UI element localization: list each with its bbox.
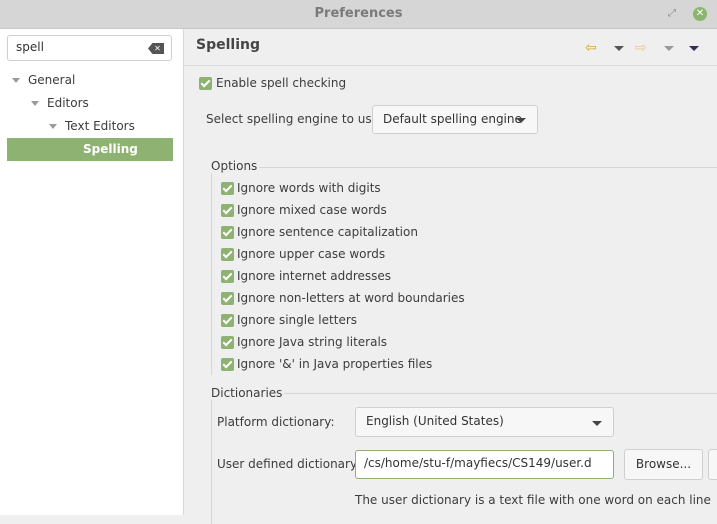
platform-dictionary-label: Platform dictionary: bbox=[217, 415, 335, 429]
user-dictionary-input[interactable] bbox=[364, 456, 592, 470]
window-title: Preferences bbox=[314, 6, 403, 21]
tree-item-general[interactable]: General bbox=[12, 69, 75, 91]
user-dictionary-field[interactable] bbox=[355, 450, 614, 479]
filter-input[interactable] bbox=[16, 40, 136, 54]
engine-label: Select spelling engine to use: bbox=[206, 112, 384, 126]
tree-item-label: Editors bbox=[47, 96, 89, 110]
tree-item-label: Text Editors bbox=[65, 119, 135, 133]
option-label: Ignore mixed case words bbox=[237, 203, 387, 217]
option-label: Ignore Java string literals bbox=[237, 335, 388, 349]
option-checkbox[interactable] bbox=[221, 314, 234, 327]
enable-spell-checking-checkbox[interactable] bbox=[199, 77, 212, 90]
option-checkbox[interactable] bbox=[221, 358, 234, 371]
tree-item-spelling[interactable]: Spelling bbox=[7, 138, 173, 161]
dictionaries-group-title: Dictionaries bbox=[211, 386, 285, 400]
back-arrow-icon[interactable]: ⇦ bbox=[585, 41, 597, 55]
option-label: Ignore internet addresses bbox=[237, 269, 392, 283]
tree-item-text-editors[interactable]: Text Editors bbox=[49, 115, 135, 137]
partial-button[interactable] bbox=[708, 449, 717, 480]
preference-page: Spelling ⇦ ⇨ Enable spell checking Selec… bbox=[184, 29, 717, 524]
option-checkbox[interactable] bbox=[221, 248, 234, 261]
title-bar: Preferences ⤢ ✕ bbox=[0, 0, 717, 29]
option-checkbox[interactable] bbox=[221, 270, 234, 283]
option-checkbox[interactable] bbox=[221, 204, 234, 217]
option-label: Ignore words with digits bbox=[237, 181, 381, 195]
enable-spell-checking-label: Enable spell checking bbox=[216, 76, 347, 90]
option-checkbox[interactable] bbox=[221, 336, 234, 349]
platform-dictionary-dropdown[interactable]: English (United States) bbox=[355, 407, 614, 437]
page-title: Spelling bbox=[196, 37, 260, 53]
back-history-dropdown-icon[interactable] bbox=[614, 46, 624, 51]
browse-button[interactable]: Browse... bbox=[624, 449, 703, 480]
forward-arrow-icon[interactable]: ⇨ bbox=[635, 41, 647, 55]
tree-item-editors[interactable]: Editors bbox=[31, 92, 89, 114]
tree-item-label: Spelling bbox=[83, 142, 138, 156]
view-menu-icon[interactable] bbox=[689, 46, 699, 51]
option-label: Ignore upper case words bbox=[237, 247, 386, 261]
user-dictionary-hint: The user dictionary is a text file with … bbox=[355, 493, 711, 507]
options-group-title: Options bbox=[211, 159, 260, 173]
user-dictionary-label: User defined dictionary: bbox=[217, 457, 361, 471]
tree-item-label: General bbox=[28, 73, 76, 87]
platform-dictionary-value: English (United States) bbox=[366, 414, 504, 428]
restore-icon[interactable]: ⤢ bbox=[665, 7, 679, 21]
preference-tree-panel: ✕ General Editors Text Editors Spelling bbox=[0, 29, 184, 515]
option-checkbox[interactable] bbox=[221, 182, 234, 195]
clear-input-icon[interactable]: ✕ bbox=[148, 43, 164, 54]
close-icon[interactable]: ✕ bbox=[693, 7, 707, 21]
spelling-engine-value: Default spelling engine bbox=[383, 112, 522, 126]
expand-triangle-icon[interactable] bbox=[49, 124, 57, 129]
spelling-engine-dropdown[interactable]: Default spelling engine bbox=[372, 105, 538, 134]
expand-triangle-icon[interactable] bbox=[12, 78, 20, 83]
header-separator bbox=[184, 65, 717, 66]
option-label: Ignore non-letters at word boundaries bbox=[237, 291, 465, 305]
option-label: Ignore '&' in Java properties files bbox=[237, 357, 433, 371]
option-label: Ignore single letters bbox=[237, 313, 358, 327]
forward-history-dropdown-icon[interactable] bbox=[664, 46, 674, 51]
option-checkbox[interactable] bbox=[221, 292, 234, 305]
chevron-down-icon bbox=[592, 421, 602, 426]
chevron-down-icon bbox=[516, 118, 526, 123]
filter-field[interactable]: ✕ bbox=[7, 35, 172, 61]
expand-triangle-icon[interactable] bbox=[31, 101, 39, 106]
option-label: Ignore sentence capitalization bbox=[237, 225, 418, 239]
option-checkbox[interactable] bbox=[221, 226, 234, 239]
